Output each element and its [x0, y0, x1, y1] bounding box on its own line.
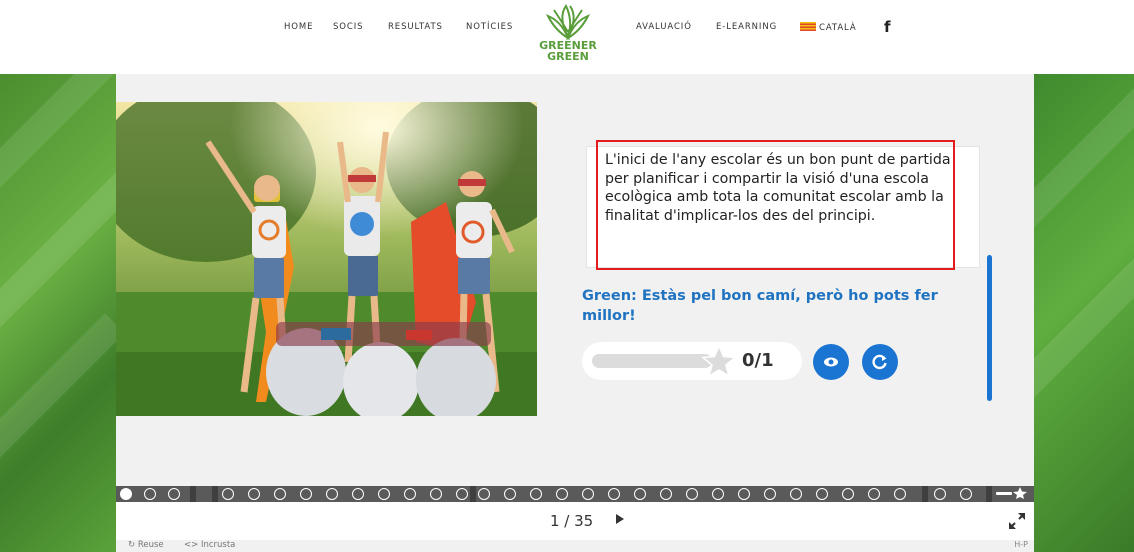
score-progress-track [592, 354, 712, 368]
slide-dot[interactable] [168, 488, 180, 500]
slide-dot[interactable] [582, 488, 594, 500]
h5p-footer: ↻ Reuse <> Incrusta H-P [116, 540, 1034, 552]
embed-label: Incrusta [200, 540, 236, 550]
language-label: CATALÀ [819, 23, 857, 33]
language-selector[interactable]: CATALÀ [800, 22, 857, 33]
slide-dots-separator [922, 486, 928, 502]
slide-dot[interactable] [456, 488, 468, 500]
catalan-flag-icon [800, 22, 816, 31]
logo-wordmark: GREENER GREEN [538, 40, 598, 62]
slide-dot[interactable] [634, 488, 646, 500]
reuse-icon: ↻ [128, 540, 138, 550]
slide-dots-separator [986, 486, 992, 502]
content-scrollbar[interactable] [987, 255, 992, 401]
logo-line-2: GREEN [547, 50, 589, 63]
star-summary-icon[interactable] [996, 487, 1028, 502]
slide-dot[interactable] [352, 488, 364, 500]
slide-dot[interactable] [144, 488, 156, 500]
greener-green-logo[interactable]: GREENER GREEN [538, 2, 598, 72]
slide-dots-separator [212, 486, 218, 502]
slide-dot[interactable] [248, 488, 260, 500]
slide-dot[interactable] [530, 488, 542, 500]
facebook-icon[interactable]: f [884, 18, 891, 36]
embed-icon: <> [184, 540, 201, 550]
score-text: 0/1 [742, 350, 774, 371]
score-bar: 0/1 [582, 342, 802, 380]
slide-dot[interactable] [660, 488, 672, 500]
slide-dot[interactable] [300, 488, 312, 500]
slide-dot[interactable] [120, 488, 132, 500]
reuse-label: Reuse [137, 540, 164, 550]
slide-dot[interactable] [894, 488, 906, 500]
slide-dot[interactable] [738, 488, 750, 500]
retry-button[interactable] [862, 344, 898, 380]
slide-dots-separator [190, 486, 196, 502]
slide-dots-separator [470, 486, 476, 502]
nav-socis[interactable]: SOCIS [333, 22, 363, 32]
children-superhero-recycling-photo [116, 102, 537, 416]
slide-dot[interactable] [430, 488, 442, 500]
slide-dot[interactable] [478, 488, 490, 500]
page-indicator: 1 / 35 [550, 512, 594, 530]
top-navigation: HOME SOCIS RESULTATS NOTÍCIES GREENER GR… [0, 0, 1134, 74]
slide-content: L'inici de l'any escolar és un bon punt … [116, 74, 1034, 486]
nav-home[interactable]: HOME [284, 22, 313, 32]
fullscreen-button[interactable] [1008, 512, 1026, 530]
h5p-logo[interactable]: H-P [1014, 540, 1028, 549]
background-right-panel [1034, 74, 1134, 552]
slide-dot[interactable] [816, 488, 828, 500]
slide-progress-bar [116, 486, 1034, 502]
slide-dot[interactable] [868, 488, 880, 500]
slide-dot[interactable] [842, 488, 854, 500]
slide-dot[interactable] [504, 488, 516, 500]
slide-dot[interactable] [326, 488, 338, 500]
eye-icon [824, 357, 838, 367]
highlight-box [596, 140, 955, 270]
leaves-logo-icon [545, 4, 591, 41]
slide-dot[interactable] [712, 488, 724, 500]
next-slide-button[interactable] [616, 514, 624, 527]
nav-elearning[interactable]: E-LEARNING [716, 22, 777, 32]
slide-dot[interactable] [934, 488, 946, 500]
slide-dot[interactable] [764, 488, 776, 500]
feedback-message: Green: Estàs pel bon camí, però ho pots … [582, 288, 938, 324]
slide-dot[interactable] [608, 488, 620, 500]
embed-link[interactable]: <> Incrusta [184, 540, 235, 550]
slide-dot[interactable] [556, 488, 568, 500]
nav-noticies[interactable]: NOTÍCIES [466, 22, 513, 32]
slide-dot[interactable] [790, 488, 802, 500]
slide-dot[interactable] [960, 488, 972, 500]
show-solution-button[interactable] [813, 344, 849, 380]
fullscreen-icon [1009, 513, 1025, 529]
pagination: 1 / 35 [116, 502, 1034, 540]
background-left-panel [0, 74, 116, 552]
slide-dot[interactable] [404, 488, 416, 500]
slide-dot[interactable] [378, 488, 390, 500]
reuse-link[interactable]: ↻ Reuse [128, 540, 164, 550]
slide-dot[interactable] [274, 488, 286, 500]
retry-icon [872, 354, 887, 370]
nav-avaluacio[interactable]: AVALUACIÓ [636, 22, 692, 32]
nav-resultats[interactable]: RESULTATS [388, 22, 443, 32]
play-right-icon [616, 514, 624, 524]
slide-dot[interactable] [686, 488, 698, 500]
slide-dot[interactable] [222, 488, 234, 500]
star-icon [702, 344, 736, 378]
